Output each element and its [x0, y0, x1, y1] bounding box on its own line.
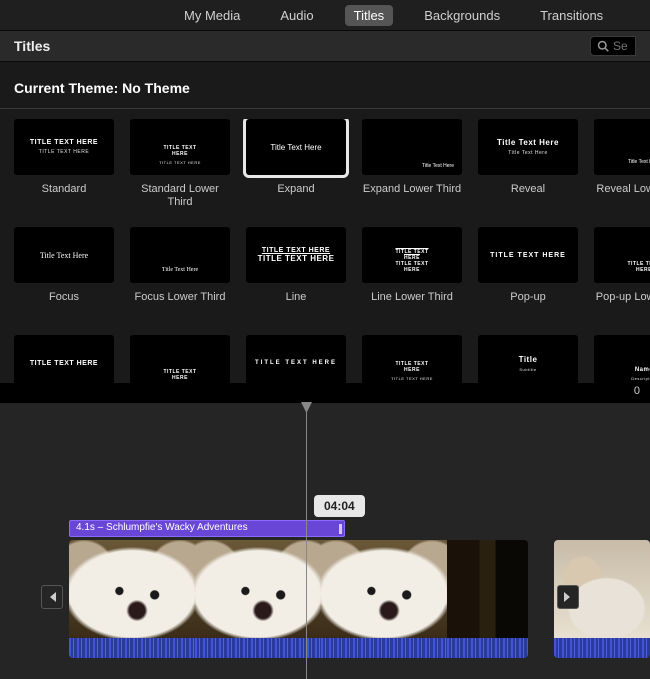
titles-row-2: Title Text Here Focus Title Text Here Fo… [14, 227, 644, 317]
video-clip[interactable] [69, 540, 528, 658]
tile-label: Pop-up Lower Third [596, 291, 650, 317]
title-tile[interactable]: TITLE TEXT HERE TITLE TEXT HERE Standard… [130, 119, 230, 209]
tab-backgrounds[interactable]: Backgrounds [415, 5, 509, 26]
tab-titles[interactable]: Titles [345, 5, 394, 26]
tab-audio[interactable]: Audio [271, 5, 322, 26]
clip-gap [528, 540, 555, 658]
tile-label: Standard Lower Third [130, 183, 230, 209]
titles-browser[interactable]: TITLE TEXT HERE TITLE TEXT HERE Standard… [0, 119, 650, 383]
clip-frame [447, 540, 527, 658]
title-thumb-popup-lower[interactable]: TITLE TEXT HERE [594, 227, 650, 283]
title-tile[interactable]: Title Text Here Expand Lower Third [362, 119, 462, 209]
title-tile[interactable]: TITLE TEXT HERE TITLE TEXT HERE Line [246, 227, 346, 317]
title-thumb[interactable]: TITLE TEXT HERE [130, 335, 230, 383]
title-clip[interactable]: 4.1s – Schlumpfie's Wacky Adventures [69, 520, 345, 537]
title-tile[interactable]: Title Text Here Title Text Here Reveal [478, 119, 578, 209]
clip-frame [69, 540, 195, 658]
title-thumb[interactable]: Title Subtitle [478, 335, 578, 383]
clip-frame [321, 540, 447, 658]
title-tile[interactable]: TITLE TEXT HERE [130, 335, 230, 383]
title-thumb[interactable]: TITLE TEXT HERE TITLE TEXT HERE [362, 335, 462, 383]
title-thumb[interactable]: Name Description [594, 335, 650, 383]
title-tile[interactable]: TITLE TEXT HERE TITLE TEXT HERE Standard [14, 119, 114, 209]
current-theme-row: Current Theme: No Theme [0, 62, 650, 102]
browser-title: Titles [14, 38, 50, 54]
title-clip-label: 4.1s – Schlumpfie's Wacky Adventures [76, 522, 248, 533]
title-thumb-standard[interactable]: TITLE TEXT HERE TITLE TEXT HERE [14, 119, 114, 175]
title-thumb[interactable]: TITLE TEXT HERE [14, 335, 114, 383]
next-edit-icon [562, 591, 574, 603]
prev-edit-button[interactable] [41, 585, 63, 609]
playhead-time-bubble: 04:04 [314, 495, 365, 517]
prev-edit-icon [46, 591, 58, 603]
audio-waveform [321, 638, 447, 658]
title-thumb-expand-lower[interactable]: Title Text Here [362, 119, 462, 175]
browser-counter: 0 [0, 383, 650, 403]
tile-label: Focus [49, 291, 79, 317]
title-thumb-focus-lower[interactable]: Title Text Here [130, 227, 230, 283]
timeline[interactable]: 04:04 4.1s – Schlumpfie's Wacky Adventur… [0, 403, 650, 679]
title-tile[interactable]: Title Text Here Focus Lower Third [130, 227, 230, 317]
title-tile[interactable]: TITLE TEXT HERE TITLE TEXT HERE Line Low… [362, 227, 462, 317]
media-tabs: My Media Audio Titles Backgrounds Transi… [0, 0, 650, 30]
title-tile[interactable]: Title Text Here Reveal Lower Third [594, 119, 650, 209]
title-thumb-standard-lower[interactable]: TITLE TEXT HERE TITLE TEXT HERE [130, 119, 230, 175]
tile-label: Line Lower Third [371, 291, 453, 317]
audio-waveform [195, 638, 321, 658]
tile-label: Line [286, 291, 307, 317]
tile-label: Expand [277, 183, 314, 209]
title-tile[interactable]: Title Subtitle [478, 335, 578, 383]
tab-my-media[interactable]: My Media [175, 5, 249, 26]
current-theme-label: Current Theme: No Theme [14, 80, 190, 96]
audio-waveform [69, 638, 195, 658]
search-field[interactable] [590, 36, 636, 56]
tile-label: Focus Lower Third [135, 291, 226, 317]
title-tile[interactable]: Title Text Here Focus [14, 227, 114, 317]
tile-label: Reveal [511, 183, 545, 209]
clip-frame [195, 540, 321, 658]
titles-row-1: TITLE TEXT HERE TITLE TEXT HERE Standard… [14, 119, 644, 209]
title-tile[interactable]: Title Text Here Expand [246, 119, 346, 209]
tile-label: Pop-up [510, 291, 545, 317]
tab-transitions[interactable]: Transitions [531, 5, 612, 26]
title-thumb-reveal[interactable]: Title Text Here Title Text Here [478, 119, 578, 175]
title-tile[interactable]: TITLE TEXT HERE [14, 335, 114, 383]
title-thumb-line-lower[interactable]: TITLE TEXT HERE TITLE TEXT HERE [362, 227, 462, 283]
audio-waveform [447, 638, 527, 658]
next-edit-button[interactable] [557, 585, 579, 609]
search-icon [597, 40, 609, 52]
title-thumb-expand[interactable]: Title Text Here [246, 119, 346, 175]
browser-subheader: Titles [0, 30, 650, 62]
titles-row-3: TITLE TEXT HERE TITLE TEXT HERE TITLE TE… [14, 335, 644, 383]
title-tile[interactable]: Name Description [594, 335, 650, 383]
divider [0, 108, 650, 109]
search-input[interactable] [613, 39, 635, 53]
tile-label: Expand Lower Third [363, 183, 461, 209]
title-thumb-line[interactable]: TITLE TEXT HERE TITLE TEXT HERE [246, 227, 346, 283]
playhead[interactable] [306, 403, 307, 679]
tile-label: Reveal Lower Third [596, 183, 650, 209]
title-tile[interactable]: TITLE TEXT HERE Pop-up [478, 227, 578, 317]
playhead-knob-icon[interactable] [301, 402, 312, 413]
title-thumb-reveal-lower[interactable]: Title Text Here [594, 119, 650, 175]
title-thumb-popup[interactable]: TITLE TEXT HERE [478, 227, 578, 283]
title-tile[interactable]: TITLE TEXT HERE Pop-up Lower Third [594, 227, 650, 317]
title-tile[interactable]: TITLE TEXT HERE TITLE TEXT HERE [362, 335, 462, 383]
title-tile[interactable]: TITLE TEXT HERE [246, 335, 346, 383]
clip-edge-handle[interactable] [339, 524, 342, 534]
audio-waveform [554, 638, 650, 658]
title-thumb-focus[interactable]: Title Text Here [14, 227, 114, 283]
title-thumb[interactable]: TITLE TEXT HERE [246, 335, 346, 383]
tile-label: Standard [42, 183, 87, 209]
